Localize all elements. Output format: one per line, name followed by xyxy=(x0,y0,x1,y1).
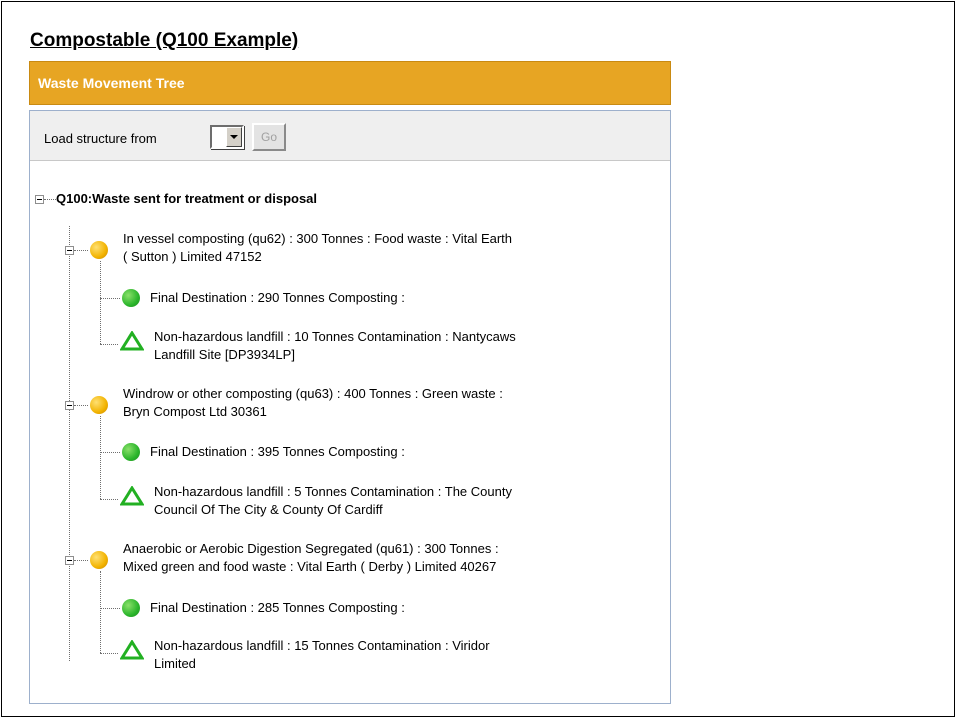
landfill-label[interactable]: Non-hazardous landfill : 15 Tonnes Conta… xyxy=(154,637,490,655)
tree-node-label[interactable]: Anaerobic or Aerobic Digestion Segregate… xyxy=(123,540,499,558)
panel-body: Load structure from Go Q100:Waste sent f… xyxy=(29,110,671,704)
panel-header: Waste Movement Tree xyxy=(29,61,671,105)
group-collapse-icon[interactable] xyxy=(65,246,74,255)
tree-connector xyxy=(74,560,88,561)
tree-node-label: Mixed green and food waste : Vital Earth… xyxy=(123,559,497,574)
tree-connector xyxy=(100,608,120,609)
tree-connector xyxy=(100,653,118,654)
tree-connector xyxy=(100,571,101,653)
tree-connector xyxy=(44,199,56,200)
landfill-label: Council Of The City & County Of Cardiff xyxy=(154,502,383,517)
green-triangle-icon xyxy=(120,640,144,660)
tree-connector xyxy=(100,499,118,500)
tree-node-label[interactable]: Windrow or other composting (qu63) : 400… xyxy=(123,385,503,403)
tree-node-label[interactable]: In vessel composting (qu62) : 300 Tonnes… xyxy=(123,230,512,248)
tree-connector xyxy=(100,416,101,499)
tree-connector xyxy=(100,261,101,344)
green-circle-icon xyxy=(122,599,140,617)
tree-connector xyxy=(69,226,70,661)
page-title: Compostable (Q100 Example) xyxy=(30,30,299,51)
group-collapse-icon[interactable] xyxy=(65,556,74,565)
tree-root-label[interactable]: Q100:Waste sent for treatment or disposa… xyxy=(56,190,317,208)
orange-circle-icon xyxy=(90,551,108,569)
final-destination-label[interactable]: Final Destination : 290 Tonnes Compostin… xyxy=(150,289,405,307)
green-triangle-icon xyxy=(120,486,144,506)
waste-movement-tree: Q100:Waste sent for treatment or disposa… xyxy=(30,111,670,701)
landfill-label: Limited xyxy=(154,656,196,671)
tree-connector xyxy=(100,298,120,299)
landfill-label[interactable]: Non-hazardous landfill : 5 Tonnes Contam… xyxy=(154,483,512,501)
tree-connector xyxy=(100,452,120,453)
tree-node-label: ( Sutton ) Limited 47152 xyxy=(123,249,262,264)
green-circle-icon xyxy=(122,289,140,307)
final-destination-label[interactable]: Final Destination : 285 Tonnes Compostin… xyxy=(150,599,405,617)
final-destination-label[interactable]: Final Destination : 395 Tonnes Compostin… xyxy=(150,443,405,461)
green-circle-icon xyxy=(122,443,140,461)
orange-circle-icon xyxy=(90,241,108,259)
green-triangle-icon xyxy=(120,331,144,351)
tree-node-label: Bryn Compost Ltd 30361 xyxy=(123,404,267,419)
tree-connector xyxy=(100,344,118,345)
landfill-label[interactable]: Non-hazardous landfill : 10 Tonnes Conta… xyxy=(154,328,516,346)
group-collapse-icon[interactable] xyxy=(65,401,74,410)
orange-circle-icon xyxy=(90,396,108,414)
landfill-label: Landfill Site [DP3934LP] xyxy=(154,347,295,362)
tree-connector xyxy=(74,405,88,406)
root-collapse-icon[interactable] xyxy=(35,195,44,204)
tree-connector xyxy=(74,250,88,251)
